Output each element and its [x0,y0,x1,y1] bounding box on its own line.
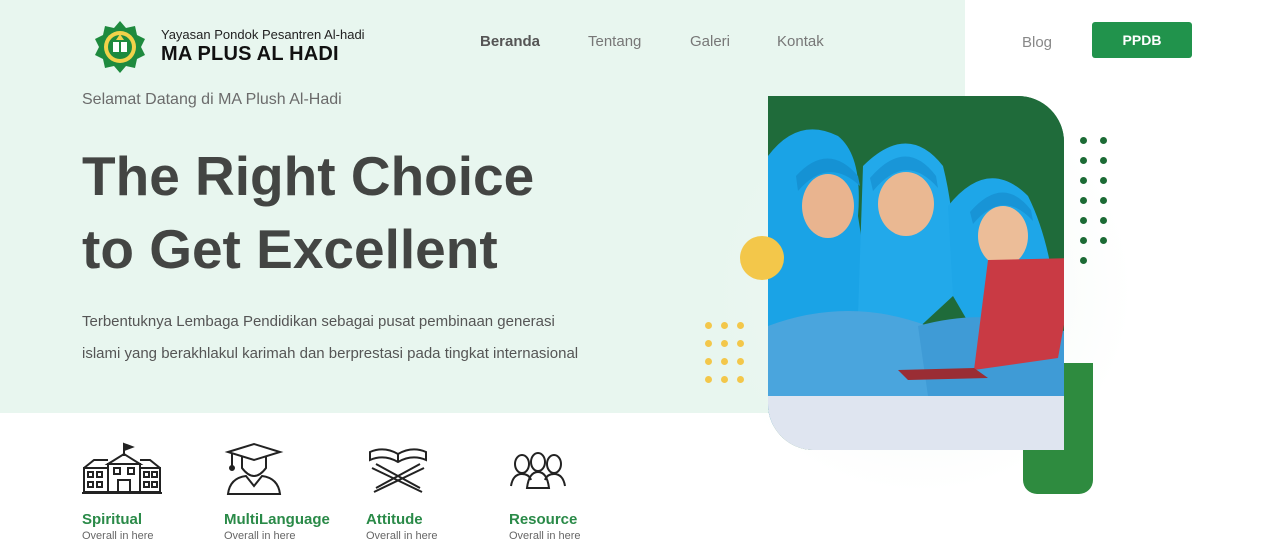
feature-multilanguage: MultiLanguage Overall in here [224,442,354,542]
feature-spiritual: Spiritual Overall in here [82,442,212,542]
welcome-text: Selamat Datang di MA Plush Al-Hadi [82,91,342,108]
description-line-1: Terbentuknya Lembaga Pendidikan sebagai … [82,313,555,330]
feature-title: Spiritual [82,511,143,528]
feature-title: Resource [509,511,578,528]
hero-description: Terbentuknya Lembaga Pendidikan sebagai … [82,306,642,370]
feature-resource: Resource Overall in here [509,442,639,542]
feature-subtitle: Overall in here [509,530,581,542]
school-building-icon [82,442,162,494]
hero-headline: The Right Choice to Get Excellent [82,140,534,286]
brand[interactable]: Yayasan Pondok Pesantren Al-hadi MA PLUS… [93,20,365,74]
feature-subtitle: Overall in here [224,530,296,542]
feature-subtitle: Overall in here [366,530,438,542]
feature-title: Attitude [366,511,423,528]
students-photo-illustration [768,96,1064,450]
hero-photo [768,96,1064,450]
school-logo-icon [95,21,145,73]
feature-attitude: Attitude Overall in here [366,442,496,542]
decor-yellow-dots [705,322,744,383]
description-line-2: islami yang berakhlakul karimah dan berp… [82,345,579,362]
nav-item-tentang[interactable]: Tentang [588,33,641,50]
people-group-icon [510,452,566,489]
quran-stand-icon [369,448,427,493]
nav-item-kontak[interactable]: Kontak [777,33,824,50]
headline-line-1: The Right Choice [82,145,535,207]
feature-title: MultiLanguage [224,511,330,528]
nav-item-blog[interactable]: Blog [1022,34,1052,51]
ppdb-button[interactable]: PPDB [1092,22,1192,58]
nav-item-galeri[interactable]: Galeri [690,33,730,50]
decor-yellow-circle [740,236,784,280]
nav-item-beranda[interactable]: Beranda [480,33,540,50]
brand-subtitle: Yayasan Pondok Pesantren Al-hadi [161,27,365,42]
brand-name: MA PLUS AL HADI [161,43,339,65]
headline-line-2: to Get Excellent [82,218,498,280]
decor-green-dots [1080,137,1107,264]
graduate-icon [224,442,284,495]
feature-subtitle: Overall in here [82,530,154,542]
